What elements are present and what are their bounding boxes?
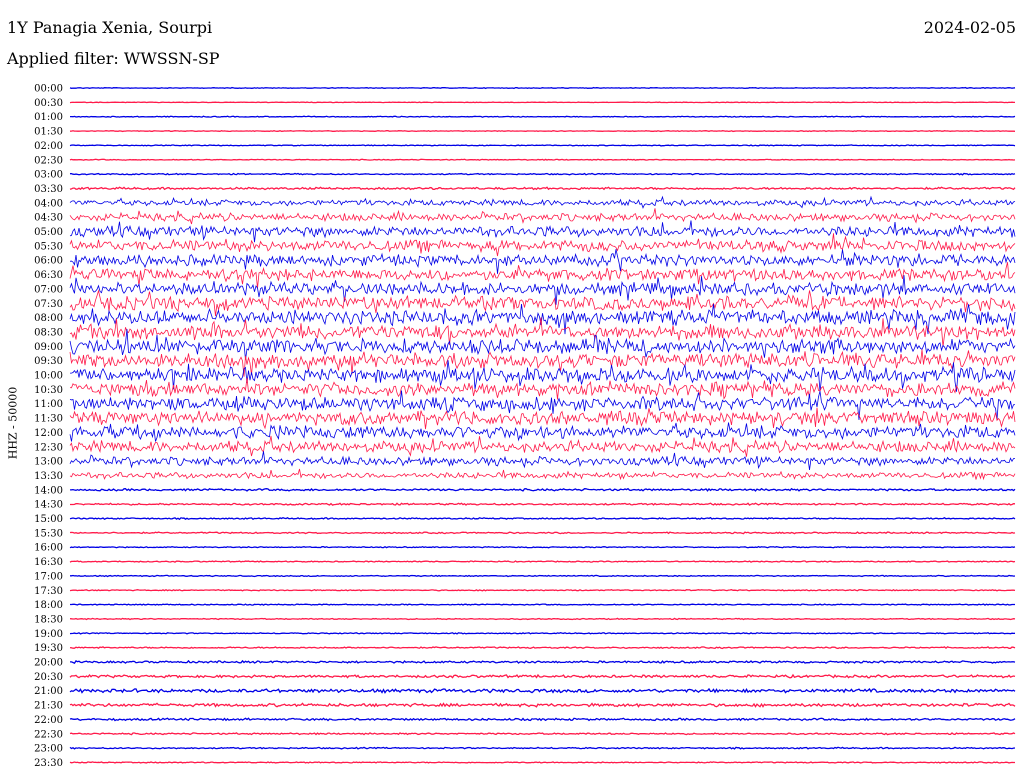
trace-row <box>69 158 1016 161</box>
trace-row <box>69 560 1016 563</box>
row-time-label: 16:30 <box>34 557 63 568</box>
trace-row <box>69 208 1016 225</box>
row-time-label: 01:00 <box>34 112 63 123</box>
row-time-label: 17:30 <box>34 586 63 597</box>
row-time-label: 20:00 <box>34 658 63 669</box>
row-time-label: 03:00 <box>34 170 63 181</box>
trace-row <box>69 746 1016 750</box>
row-time-label: 18:30 <box>34 614 63 625</box>
trace-row <box>69 717 1016 722</box>
row-time-label: 11:00 <box>34 399 63 410</box>
row-time-label: 13:30 <box>34 471 63 482</box>
row-time-label: 04:00 <box>34 198 63 209</box>
trace-row <box>69 275 1016 305</box>
row-time-label: 10:30 <box>34 385 63 396</box>
trace-row <box>70 574 1016 578</box>
row-time-label: 06:30 <box>34 270 63 281</box>
row-time-label: 12:00 <box>34 428 63 439</box>
trace-row <box>69 289 1016 316</box>
trace-row <box>69 646 1016 650</box>
trace-row <box>69 249 1016 274</box>
row-time-label: 05:30 <box>34 241 63 252</box>
row-time-label: 00:30 <box>34 98 63 109</box>
row-time-label: 23:30 <box>34 758 63 769</box>
trace-row <box>69 195 1016 209</box>
row-time-label: 19:00 <box>34 629 63 640</box>
trace-row <box>69 144 1016 147</box>
row-time-label: 01:30 <box>34 127 63 138</box>
trace-row <box>69 702 1016 708</box>
row-time-label: 20:30 <box>34 672 63 683</box>
trace-row <box>69 233 1016 257</box>
trace-row <box>69 101 1015 104</box>
row-time-label: 13:00 <box>34 457 63 468</box>
row-time-label: 08:30 <box>34 327 63 338</box>
trace-row <box>70 659 1016 665</box>
row-time-label: 21:30 <box>34 701 63 712</box>
row-time-label: 07:30 <box>34 299 63 310</box>
trace-row <box>69 435 1016 457</box>
row-time-label: 19:30 <box>34 643 63 654</box>
row-time-label: 16:00 <box>34 543 63 554</box>
trace-row <box>69 86 1016 90</box>
row-time-label: 02:00 <box>34 141 63 152</box>
trace-row <box>69 673 1016 679</box>
trace-row <box>70 603 1015 606</box>
trace-row <box>69 761 1015 764</box>
row-time-label: 14:00 <box>34 485 63 496</box>
trace-row <box>69 262 1016 289</box>
row-time-label: 15:30 <box>34 528 63 539</box>
trace-row <box>69 317 1016 347</box>
trace-row <box>69 422 1016 442</box>
row-time-label: 12:30 <box>34 442 63 453</box>
row-time-label: 23:00 <box>34 744 63 755</box>
row-time-label: 18:00 <box>34 600 63 611</box>
trace-row <box>69 732 1016 736</box>
row-time-label: 02:30 <box>34 155 63 166</box>
row-time-label: 07:00 <box>34 284 63 295</box>
row-time-label: 09:00 <box>34 342 63 353</box>
trace-row <box>70 502 1016 506</box>
row-time-label: 17:00 <box>34 571 63 582</box>
trace-row <box>69 349 1016 377</box>
trace-row <box>69 468 1016 481</box>
trace-row <box>69 130 1016 133</box>
trace-row <box>69 186 1016 191</box>
trace-row <box>69 531 1016 535</box>
row-time-label: 09:30 <box>34 356 63 367</box>
trace-row <box>70 115 1016 118</box>
trace-row <box>69 588 1016 592</box>
trace-row <box>69 516 1016 521</box>
row-time-label: 22:00 <box>34 715 63 726</box>
row-time-label: 08:00 <box>34 313 63 324</box>
trace-row <box>69 487 1016 492</box>
row-time-label: 11:30 <box>34 414 63 425</box>
trace-row <box>69 172 1016 176</box>
row-time-label: 21:00 <box>34 686 63 697</box>
trace-row <box>69 617 1016 621</box>
row-time-label: 04:30 <box>34 213 63 224</box>
trace-row <box>69 220 1016 243</box>
row-time-label: 06:00 <box>34 256 63 267</box>
row-time-label: 10:00 <box>34 371 63 382</box>
trace-row <box>69 451 1016 471</box>
row-time-label: 14:30 <box>34 500 63 511</box>
trace-row <box>69 631 1016 635</box>
seismogram-plot: 00:00 00:30 01:00 01:30 02:00 02:30 03:00 03:30… <box>34 84 1016 769</box>
row-time-label: 00:00 <box>34 84 63 95</box>
row-time-label: 03:30 <box>34 184 63 195</box>
row-time-label: 22:30 <box>34 729 63 740</box>
row-time-label: 15:00 <box>34 514 63 525</box>
trace-row <box>69 687 1016 694</box>
trace-row <box>69 545 1016 549</box>
trace-row <box>69 407 1016 430</box>
row-time-label: 05:00 <box>34 227 63 238</box>
